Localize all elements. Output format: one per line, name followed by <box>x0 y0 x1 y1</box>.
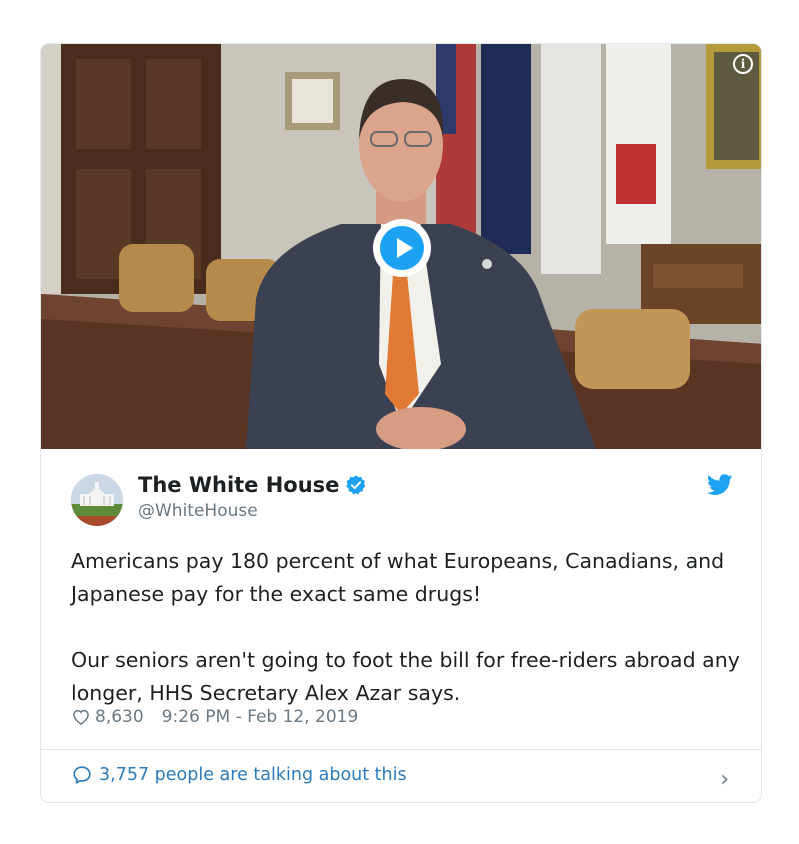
conversation-link[interactable]: 3,757 people are talking about this <box>71 764 407 786</box>
play-icon <box>380 226 424 270</box>
tweet-card[interactable]: i The White House @WhiteHouse Americans … <box>40 43 762 803</box>
info-circle-icon[interactable]: i <box>733 54 753 74</box>
chevron-right-icon[interactable]: › <box>720 767 729 792</box>
talking-text[interactable]: 3,757 people are talking about this <box>99 765 407 785</box>
play-button[interactable] <box>373 219 431 277</box>
divider <box>41 749 761 750</box>
verified-badge-icon <box>346 475 366 495</box>
speech-bubble-icon <box>73 766 91 784</box>
tweet-text[interactable]: Americans pay 180 percent of what Europe… <box>71 545 741 710</box>
video-thumbnail[interactable]: i <box>41 44 761 449</box>
heart-icon[interactable] <box>71 707 91 727</box>
twitter-bird-icon[interactable] <box>707 474 733 496</box>
author-block[interactable]: The White House @WhiteHouse <box>138 473 367 521</box>
author-handle[interactable]: @WhiteHouse <box>138 501 367 521</box>
author-name[interactable]: The White House <box>138 473 339 497</box>
tweet-meta: 8,630 9:26 PM - Feb 12, 2019 <box>71 707 358 727</box>
tweet-timestamp[interactable]: 9:26 PM - Feb 12, 2019 <box>162 707 359 727</box>
white-house-avatar[interactable] <box>71 474 123 526</box>
like-count[interactable]: 8,630 <box>95 707 144 727</box>
